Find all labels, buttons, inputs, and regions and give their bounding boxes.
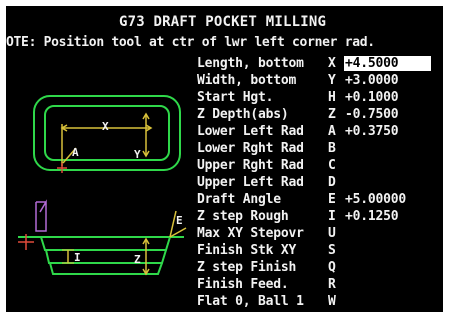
param-key: Q (328, 260, 336, 275)
top-y-label: Y (134, 148, 141, 161)
param-value[interactable]: +3.0000 (345, 73, 399, 88)
param-label: Lower Left Rad (197, 124, 304, 139)
param-label: Width, bottom (197, 73, 297, 88)
param-label: Draft Angle (197, 192, 281, 207)
param-label: Finish Feed. (197, 277, 289, 292)
param-label: Length, bottom (197, 56, 304, 71)
param-key: R (328, 277, 336, 292)
crt-display: G73 DRAFT POCKET MILLING OTE: Position t… (6, 6, 443, 312)
param-value[interactable]: +5.00000 (345, 192, 406, 207)
top-view-diagram: X Y A (33, 95, 181, 173)
param-key: B (328, 141, 336, 156)
param-label: Z step Finish (197, 260, 297, 275)
param-key: Z (328, 107, 336, 122)
param-key: E (328, 192, 336, 207)
outer-pocket-outline (33, 95, 181, 171)
param-key: X (328, 56, 336, 71)
param-key: D (328, 175, 336, 190)
param-key: A (328, 124, 336, 139)
param-key: H (328, 90, 336, 105)
param-label: Flat 0, Ball 1 (197, 294, 304, 309)
param-value[interactable]: -0.7500 (345, 107, 399, 122)
param-key: U (328, 226, 336, 241)
param-label: Lower Rght Rad (197, 141, 304, 156)
side-e-label: E (176, 214, 183, 227)
pocket-profile-step-2 (45, 249, 167, 264)
param-value[interactable]: +0.1250 (345, 209, 399, 224)
param-label: Z step Rough (197, 209, 289, 224)
param-label: Start Hgt. (197, 90, 274, 105)
param-value[interactable]: +0.1000 (345, 90, 399, 105)
param-key: Y (328, 73, 336, 88)
side-view-diagram: E I Z (18, 199, 187, 276)
screen: G73 DRAFT POCKET MILLING OTE: Position t… (0, 0, 449, 318)
tool-outline (35, 199, 47, 232)
param-value[interactable]: +0.3750 (345, 124, 399, 139)
param-label: Upper Rght Rad (197, 158, 304, 173)
top-a-label: A (72, 146, 79, 159)
top-x-label: X (102, 120, 109, 133)
param-label: Max XY Stepovr (197, 226, 304, 241)
param-key: W (328, 294, 336, 309)
pocket-profile-step-1 (40, 236, 171, 251)
param-label: Upper Left Rad (197, 175, 304, 190)
side-z-label: Z (134, 253, 141, 266)
param-label: Z Depth(abs) (197, 107, 289, 122)
param-key: S (328, 243, 336, 258)
param-label: Finish Stk XY (197, 243, 297, 258)
param-key: C (328, 158, 336, 173)
param-key: I (328, 209, 336, 224)
param-value-input-active[interactable]: +4.5000 (344, 56, 431, 71)
side-i-label: I (74, 251, 81, 264)
inner-pocket-outline (44, 105, 170, 161)
